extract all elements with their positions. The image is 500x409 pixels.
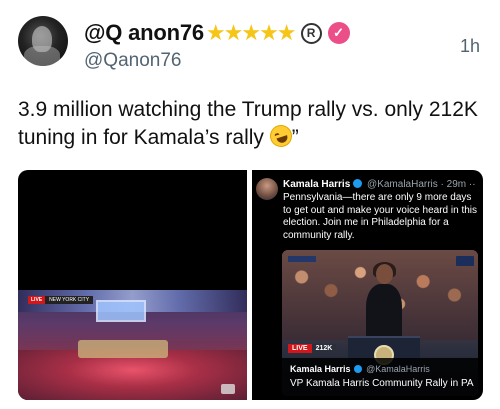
embedded-tweet-header: Kamala Harris @KamalaHarris · 29m ·· — [283, 179, 476, 190]
media-image-kamala-tweet[interactable]: Kamala Harris @KamalaHarris · 29m ·· Pen… — [252, 170, 483, 400]
tweet-text-tail: ” — [291, 126, 299, 149]
jumbotron — [96, 300, 146, 322]
live-label: LIVE — [28, 296, 46, 304]
author-name-row: @Q anon76 ★★★★★ R ✓ — [84, 18, 350, 48]
tweet-text-main: 3.9 million watching the Trump rally vs.… — [18, 98, 478, 149]
campaign-sign — [456, 256, 474, 266]
speaker-figure — [364, 262, 404, 340]
video-viewer-count: 212K — [311, 343, 337, 353]
video-footer: Kamala Harris @KamalaHarris VP Kamala Ha… — [282, 358, 478, 396]
video-live-banner: LIVE 212K — [288, 342, 337, 354]
video-title: VP Kamala Harris Community Rally in PA — [290, 378, 474, 389]
author-display-name[interactable]: @Q anon76 — [84, 20, 204, 46]
speaker-head — [376, 264, 393, 284]
video-footer-handle: @KamalaHarris — [366, 364, 430, 374]
avatar-figure-shoulders — [24, 46, 60, 66]
author-avatar[interactable] — [18, 16, 68, 66]
author-username[interactable]: @Qanon76 — [84, 50, 181, 72]
embedded-tweet-body: Pennsylvania—there are only 9 more days … — [283, 192, 478, 241]
embedded-author-avatar — [256, 178, 278, 200]
verified-badge-icon: ✓ — [327, 22, 350, 44]
live-banner: LIVE NEW YORK CITY — [28, 296, 94, 304]
video-footer-verified-icon — [353, 365, 362, 373]
media-image-trump-rally[interactable]: LIVE NEW YORK CITY — [18, 170, 247, 400]
banner-sign — [288, 256, 316, 262]
speaker-body — [366, 284, 402, 340]
tweet-timestamp[interactable]: 1h — [460, 36, 480, 57]
video-live-label: LIVE — [288, 343, 312, 353]
location-label: NEW YORK CITY — [45, 296, 94, 304]
arena-stage — [78, 340, 168, 358]
registered-icon: R — [300, 22, 322, 44]
embedded-verified-icon — [353, 179, 363, 188]
video-footer-author: Kamala Harris @KamalaHarris — [290, 364, 470, 374]
tweet-text: 3.9 million watching the Trump rally vs.… — [18, 96, 488, 152]
embedded-video: LIVE 212K Kamala Harris @KamalaHarris VP… — [282, 250, 478, 396]
embedded-handle-time: @KamalaHarris · 29m — [367, 179, 467, 190]
arena-photo — [18, 290, 247, 400]
network-logo-icon — [221, 384, 235, 394]
embedded-more-icon: ·· — [468, 179, 476, 190]
embedded-author-name: Kamala Harris — [283, 179, 351, 190]
stars-icon: ★★★★★ — [205, 20, 297, 45]
laughing-emoji-icon — [266, 122, 295, 150]
video-footer-name: Kamala Harris — [290, 364, 351, 374]
